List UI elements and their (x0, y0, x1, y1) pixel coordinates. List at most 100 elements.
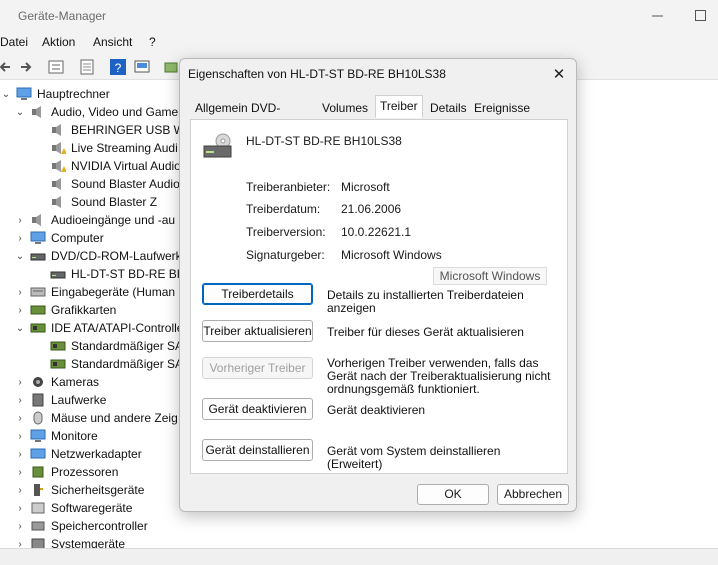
tree-category-item[interactable]: › Prozessoren (14, 463, 118, 481)
statusbar (0, 548, 718, 565)
tree-device-item[interactable]: BEHRINGER USB WD (50, 121, 194, 139)
dialog-close-button[interactable]: ✕ (550, 65, 568, 83)
controller-icon (50, 359, 66, 369)
chevron-right-icon[interactable]: › (14, 377, 26, 388)
tree-category-item[interactable]: › Kameras (14, 373, 99, 391)
tree-device-item[interactable]: NVIDIA Virtual Audio (50, 157, 181, 175)
tree-device-item[interactable]: Live Streaming Audi (50, 139, 178, 157)
speaker-icon (52, 124, 61, 136)
disc-drive-icon (50, 271, 66, 279)
signer-label: Signaturgeber: (246, 248, 325, 262)
system-icon (31, 538, 45, 548)
version-value: 10.0.22621.1 (341, 225, 412, 239)
cancel-button[interactable]: Abbrechen (497, 484, 569, 505)
tree-item-label: NVIDIA Virtual Audio (71, 159, 181, 173)
tab-treiber[interactable]: Treiber (375, 95, 423, 118)
tree-category-item[interactable]: › Systemgeräte (14, 535, 125, 548)
chevron-right-icon[interactable]: › (14, 503, 26, 514)
window-title: Geräte-Manager (18, 9, 107, 23)
tab-dvd-region[interactable]: DVD-Region (246, 97, 294, 135)
tree-category-item[interactable]: › Eingabegeräte (Human (14, 283, 175, 301)
svg-text:?: ? (115, 61, 122, 75)
properties-view-icon[interactable] (47, 58, 65, 76)
chevron-right-icon[interactable]: › (14, 395, 26, 406)
tree-category-item[interactable]: › Netzwerkadapter (14, 445, 141, 463)
tree-category-item[interactable]: › Audioeingänge und -au (14, 211, 175, 229)
chevron-right-icon[interactable]: › (14, 539, 26, 549)
ok-button[interactable]: OK (417, 484, 489, 505)
tree-device-item[interactable]: Sound Blaster Audio (50, 175, 180, 193)
driver-details-button[interactable]: Treiberdetails (202, 283, 313, 305)
tab-details[interactable]: Details (425, 97, 472, 117)
chevron-down-icon[interactable]: ⌄ (14, 323, 26, 334)
tree-category-item[interactable]: › Grafikkarten (14, 301, 116, 319)
computer-icon (16, 87, 32, 100)
chevron-right-icon[interactable]: › (14, 431, 26, 442)
chevron-down-icon[interactable]: ⌄ (14, 251, 26, 262)
speaker-warning-icon (52, 160, 66, 172)
rollback-driver-desc: Vorherigen Treiber verwenden, falls das … (327, 356, 551, 396)
tree-category-item[interactable]: ⌄ DVD/CD-ROM-Laufwerk (14, 247, 182, 265)
tab-volumes[interactable]: Volumes (317, 97, 373, 117)
uninstall-device-button[interactable]: Gerät deinstallieren (202, 439, 313, 461)
tree-category-item[interactable]: › Monitore (14, 427, 98, 445)
software-icon (31, 502, 45, 514)
tree-item-label: DVD/CD-ROM-Laufwerk (51, 249, 182, 263)
tree-category-item[interactable]: ⌄ IDE ATA/ATAPI-Controlle (14, 319, 184, 337)
disable-device-button[interactable]: Gerät deaktivieren (202, 398, 313, 420)
tree-item-label: Live Streaming Audi (71, 141, 178, 155)
chevron-right-icon[interactable]: › (14, 485, 26, 496)
tree-item-label: Eingabegeräte (Human (51, 285, 176, 299)
signer-link-box[interactable]: Microsoft Windows (433, 267, 547, 285)
monitor-icon (30, 231, 46, 244)
menu-aktion[interactable]: Aktion (42, 35, 75, 49)
tree-root[interactable]: ⌄ Hauptrechner (0, 85, 110, 103)
chevron-down-icon[interactable]: ⌄ (0, 89, 12, 100)
keyboard-icon (30, 287, 46, 297)
chevron-right-icon[interactable]: › (14, 287, 26, 298)
rollback-driver-button[interactable]: Vorheriger Treiber (202, 357, 313, 379)
help-icon[interactable]: ? (109, 58, 127, 76)
tree-category-item[interactable]: ⌄ Audio, Video und Game (14, 103, 178, 121)
chevron-right-icon[interactable]: › (14, 521, 26, 532)
update-driver-button[interactable]: Treiber aktualisieren (202, 320, 313, 342)
tree-category-item[interactable]: › Softwaregeräte (14, 499, 132, 517)
tree-category-item[interactable]: › Speichercontroller (14, 517, 148, 535)
chevron-right-icon[interactable]: › (14, 413, 26, 424)
chevron-down-icon[interactable]: ⌄ (14, 107, 26, 118)
tab-allgemein[interactable]: Allgemein (190, 97, 253, 117)
minimize-button[interactable] (645, 4, 669, 26)
tree-device-item[interactable]: Sound Blaster Z (50, 193, 157, 211)
tree-item-label: Speichercontroller (51, 519, 148, 533)
tree-category-item[interactable]: › Laufwerke (14, 391, 106, 409)
tab-ereignisse[interactable]: Ereignisse (469, 97, 535, 117)
chevron-right-icon[interactable]: › (14, 467, 26, 478)
speaker-icon (52, 178, 61, 190)
tree-item-label: Kameras (51, 375, 100, 389)
tree-device-item[interactable]: Standardmäßiger SA (50, 337, 183, 355)
tree-category-item[interactable]: › Mäuse und andere Zeig (14, 409, 177, 427)
back-icon[interactable] (0, 58, 14, 76)
maximize-button[interactable] (688, 4, 712, 26)
chevron-right-icon[interactable]: › (14, 233, 26, 244)
camera-icon (33, 377, 43, 387)
menu-datei[interactable]: Datei (0, 35, 28, 49)
document-icon[interactable] (78, 58, 96, 76)
chevron-right-icon[interactable]: › (14, 449, 26, 460)
tree-item-label: Monitore (51, 429, 98, 443)
screen-icon[interactable] (133, 58, 151, 76)
tree-device-item[interactable]: Standardmäßiger SA (50, 355, 183, 373)
chevron-right-icon[interactable]: › (14, 215, 26, 226)
tree-category-item[interactable]: › Sicherheitsgeräte (14, 481, 144, 499)
minimize-icon (651, 15, 663, 16)
tree-category-item[interactable]: › Computer (14, 229, 103, 247)
menu-ansicht[interactable]: Ansicht (93, 35, 132, 49)
tree-item-label: Systemgeräte (51, 537, 126, 548)
cpu-icon (32, 466, 44, 478)
tree-device-item[interactable]: HL-DT-ST BD-RE BH (50, 265, 185, 283)
chevron-right-icon[interactable]: › (14, 305, 26, 316)
forward-icon[interactable] (17, 58, 35, 76)
menu-help[interactable]: ? (149, 35, 156, 49)
speaker-icon (32, 106, 41, 118)
provider-label: Treiberanbieter: (246, 180, 331, 194)
